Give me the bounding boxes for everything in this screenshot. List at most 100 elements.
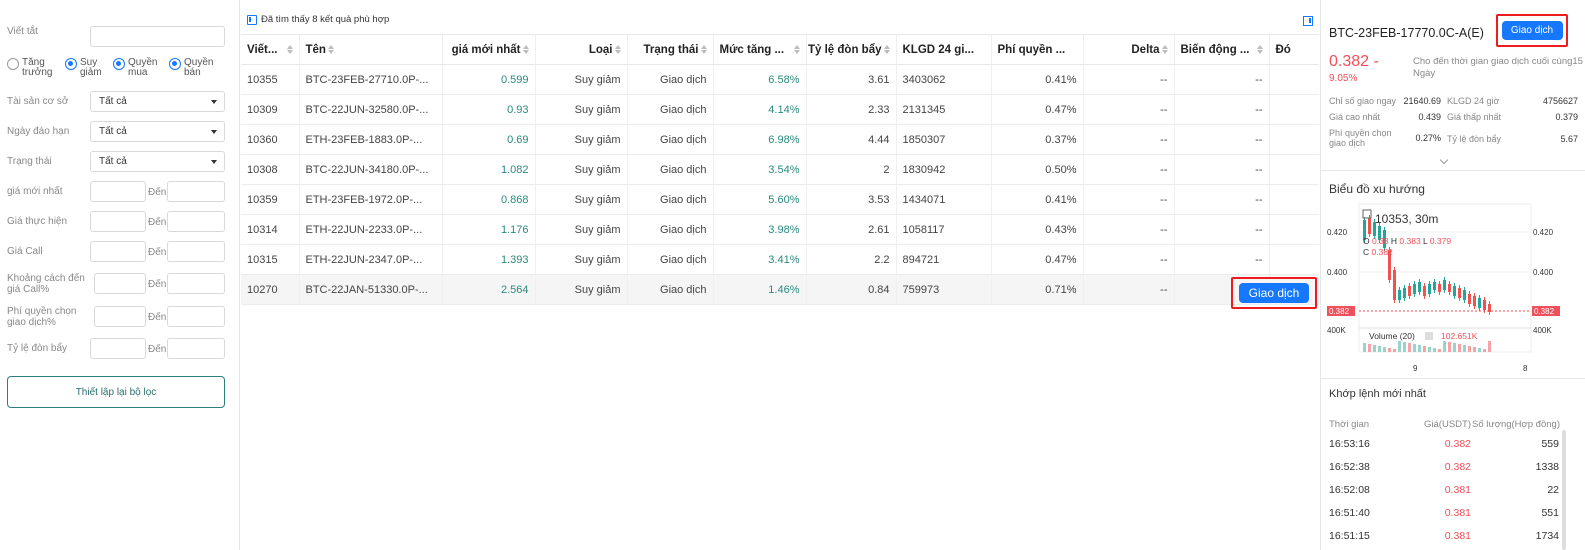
volume-bar: [1443, 341, 1446, 352]
range-from-input[interactable]: [94, 306, 146, 327]
col-type[interactable]: Loại: [535, 34, 628, 65]
search-input[interactable]: [90, 26, 225, 47]
expiry-select[interactable]: Tất cả: [90, 121, 225, 142]
current-price-tag-text: 0.382: [1329, 307, 1350, 316]
status-select[interactable]: Tất cả: [90, 151, 225, 172]
table-row[interactable]: 10360 ETH-23FEB-1883.0P-... 0.69 Suy giảm Gi…: [241, 124, 1319, 155]
range-from-input[interactable]: [90, 211, 146, 232]
radio-call-dot[interactable]: [113, 58, 125, 70]
col-volatility[interactable]: Biến động ...: [1174, 34, 1270, 65]
table-cell: --: [1083, 94, 1175, 125]
table-cell: [1269, 154, 1319, 185]
range-to-input[interactable]: [167, 181, 225, 202]
table-row[interactable]: 10309 BTC-22JUN-32580.0P-... 0.93 Suy giảm G…: [241, 94, 1319, 125]
range-label: giá mới nhất: [7, 186, 63, 197]
range-to-input[interactable]: [167, 211, 225, 232]
table-cell: BTC-22JAN-51330.0P-...: [299, 274, 443, 305]
range-to-input[interactable]: [167, 338, 225, 359]
scrollbar[interactable]: [1562, 430, 1566, 550]
sidebar-toggle-icon[interactable]: [247, 14, 257, 25]
table-cell: --: [1174, 94, 1270, 125]
sort-icon: [522, 45, 529, 54]
table-row[interactable]: 10355 BTC-23FEB-27710.0P-... 0.599 Suy giảm…: [241, 64, 1319, 95]
reset-filter-button[interactable]: Thiết lập lại bộ lọc: [7, 376, 225, 408]
underlying-select[interactable]: Tất cả: [90, 91, 225, 112]
table-cell: 0.69: [442, 124, 536, 155]
row-trade-button[interactable]: Giao dịch: [1239, 283, 1309, 303]
radio-decline-dot[interactable]: [65, 58, 77, 70]
last-price: 0.382 -: [1329, 53, 1379, 70]
trend-chart[interactable]: 0.420 0.420 0.400 0.400 0.382 0.382 400K…: [1321, 200, 1585, 380]
table-cell: [1269, 184, 1319, 215]
trend-title: Biểu đồ xu hướng: [1329, 182, 1425, 196]
table-cell: 0.47%: [991, 244, 1084, 275]
table-header: Viết... Tên giá mới nhất Loại Trạng thái…: [241, 34, 1319, 65]
range-from-input[interactable]: [94, 273, 146, 294]
col-latest-price[interactable]: giá mới nhất: [442, 34, 536, 65]
range-from-input[interactable]: [90, 181, 146, 202]
volume-tick: 400K: [1327, 326, 1346, 335]
table-row[interactable]: 10359 ETH-23FEB-1972.0P-... 0.868 Suy giảm G…: [241, 184, 1319, 215]
col-delta[interactable]: Delta: [1083, 34, 1175, 65]
range-label: Giá thực hiện: [7, 216, 68, 227]
results-count-text: Đã tìm thấy 8 kết quả phù hợp: [261, 14, 390, 25]
table-cell: --: [1174, 124, 1270, 155]
volume-bar: [1453, 343, 1456, 352]
radio-call-label: Quyền mua: [128, 57, 158, 78]
table-cell: 1850307: [896, 124, 992, 155]
range-to-input[interactable]: [167, 273, 225, 294]
candle: [1423, 286, 1426, 296]
radio-call[interactable]: Quyền mua: [113, 58, 164, 78]
table-cell: 10270: [241, 274, 300, 305]
panel-toggle-icon[interactable]: [1303, 16, 1313, 26]
range-from-input[interactable]: [90, 241, 146, 262]
volume-bar: [1483, 349, 1486, 352]
trade-row: 16:52:38 0.382 1338: [1329, 461, 1559, 473]
table-cell: Giao dịch: [627, 244, 714, 275]
table-cell: Giao dịch: [627, 64, 714, 95]
volume-bar: [1428, 347, 1431, 352]
col-extra[interactable]: Đó: [1269, 34, 1319, 65]
header-trade-button[interactable]: Giao dịch: [1501, 21, 1563, 40]
range-from-input[interactable]: [90, 338, 146, 359]
col-name[interactable]: Tên: [299, 34, 443, 65]
col-abbr[interactable]: Viết...: [241, 34, 300, 65]
volume-bar: [1458, 344, 1461, 352]
table-row[interactable]: 10314 ETH-22JUN-2233.0P-... 1.176 Suy giảm G…: [241, 214, 1319, 245]
trade-time: 16:52:08: [1329, 484, 1370, 496]
results-count: Đã tìm thấy 8 kết quả phù hợp: [247, 14, 389, 25]
trade-price: 0.381: [1444, 507, 1471, 519]
sort-icon: [1161, 45, 1168, 54]
close-icon[interactable]: [1425, 332, 1433, 340]
stat-low: Giá thấp nhất 0.379: [1447, 112, 1578, 122]
radio-growth-dot[interactable]: [7, 58, 19, 70]
col-change[interactable]: Mức tăng ...: [713, 34, 807, 65]
col-status[interactable]: Trạng thái: [627, 34, 714, 65]
radio-put-dot[interactable]: [169, 58, 181, 70]
row-trade-button-highlight: Giao dịch: [1231, 277, 1317, 309]
table-cell: 4.14%: [713, 94, 807, 125]
volume-bar: [1418, 345, 1421, 352]
table-cell: 10359: [241, 184, 300, 215]
radio-put[interactable]: Quyền bán: [169, 58, 220, 78]
range-label: Tỷ lệ đòn bẩy: [7, 343, 68, 354]
range-to-input[interactable]: [167, 241, 225, 262]
radio-growth[interactable]: Tăng trưởng: [7, 58, 62, 78]
table-row[interactable]: 10315 ETH-22JUN-2347.0P-... 1.393 Suy giảm G…: [241, 244, 1319, 275]
table-cell: Suy giảm: [535, 124, 628, 155]
table-cell: [1269, 244, 1319, 275]
table-cell: 3.41%: [713, 244, 807, 275]
col-premium[interactable]: Phí quyền ...: [991, 34, 1084, 65]
table-cell: [1269, 214, 1319, 245]
table-cell: Suy giảm: [535, 184, 628, 215]
candle: [1368, 218, 1371, 234]
table-row[interactable]: 10270 BTC-22JAN-51330.0P-... 2.564 Suy giảm…: [241, 274, 1319, 305]
chevron-down-icon[interactable]: [1439, 155, 1449, 165]
table-row[interactable]: 10308 BTC-22JUN-34180.0P-... 1.082 Suy giảm…: [241, 154, 1319, 185]
col-volume[interactable]: KLGD 24 gi...: [896, 34, 992, 65]
range-to-input[interactable]: [167, 306, 225, 327]
col-leverage[interactable]: Tỷ lệ đòn bẩy: [806, 34, 897, 65]
radio-decline[interactable]: Suy giảm: [65, 58, 110, 78]
table-cell: 10308: [241, 154, 300, 185]
volume-bar: [1368, 344, 1371, 352]
